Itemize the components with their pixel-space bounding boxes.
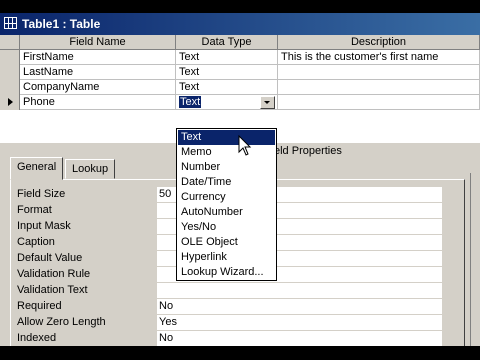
- description-cell[interactable]: [278, 65, 480, 80]
- data-type-cell[interactable]: Text: [176, 65, 278, 80]
- property-label: Format: [17, 204, 52, 216]
- data-type-dropdown-list[interactable]: Text Memo Number Date/Time Currency Auto…: [176, 128, 277, 281]
- data-type-cell[interactable]: Text: [176, 50, 278, 65]
- description-cell[interactable]: [278, 95, 480, 110]
- field-name-cell[interactable]: LastName: [20, 65, 176, 80]
- current-row-arrow-icon: [8, 98, 13, 106]
- field-name-header: Field Name: [20, 35, 176, 50]
- dropdown-option-currency[interactable]: Currency: [178, 190, 275, 205]
- dropdown-arrow-button[interactable]: [260, 96, 275, 109]
- description-cell[interactable]: [278, 80, 480, 95]
- property-label: Caption: [17, 236, 55, 248]
- property-label: Validation Rule: [17, 268, 91, 280]
- data-type-combo-value: Text: [179, 96, 202, 108]
- tab-general[interactable]: General: [10, 157, 64, 180]
- data-type-header: Data Type: [176, 35, 278, 50]
- dropdown-option-text[interactable]: Text: [178, 130, 275, 145]
- dropdown-option-autonumber[interactable]: AutoNumber: [178, 205, 275, 220]
- property-value[interactable]: No: [157, 331, 442, 346]
- dropdown-option-hyperlink[interactable]: Hyperlink: [178, 250, 275, 265]
- property-value[interactable]: [157, 283, 442, 298]
- field-grid: Field Name Data Type Description FirstNa…: [0, 35, 480, 143]
- dropdown-option-lookup-wizard[interactable]: Lookup Wizard...: [178, 265, 275, 280]
- field-name-cell[interactable]: CompanyName: [20, 80, 176, 95]
- property-value[interactable]: Yes: [157, 315, 442, 330]
- property-value[interactable]: No: [157, 299, 442, 314]
- property-label: Input Mask: [17, 220, 71, 232]
- table-row-current[interactable]: Phone Text: [0, 95, 480, 110]
- table-icon: [4, 17, 17, 29]
- property-label: Validation Text: [17, 284, 88, 296]
- help-pane: [470, 173, 480, 346]
- dropdown-option-number[interactable]: Number: [178, 160, 275, 175]
- data-type-cell[interactable]: Text: [176, 80, 278, 95]
- window-title: Table1 : Table: [22, 17, 101, 31]
- property-label: Allow Zero Length: [17, 316, 106, 328]
- property-label: Default Value: [17, 252, 83, 264]
- row-selector[interactable]: [0, 95, 20, 110]
- dropdown-option-memo[interactable]: Memo: [178, 145, 275, 160]
- property-label: Required: [17, 300, 62, 312]
- row-selector[interactable]: [0, 65, 20, 80]
- property-label: Field Size: [17, 188, 66, 200]
- row-selector[interactable]: [0, 50, 20, 65]
- dropdown-option-datetime[interactable]: Date/Time: [178, 175, 275, 190]
- field-name-cell[interactable]: FirstName: [20, 50, 176, 65]
- field-properties-label: eld Properties: [274, 145, 342, 157]
- mouse-pointer-icon: [238, 135, 252, 156]
- field-name-cell[interactable]: Phone: [20, 95, 176, 110]
- dropdown-option-ole-object[interactable]: OLE Object: [178, 235, 275, 250]
- dropdown-option-yesno[interactable]: Yes/No: [178, 220, 275, 235]
- description-header: Description: [278, 35, 480, 50]
- table-design-window: Table1 : Table Field Name Data Type Desc…: [0, 13, 480, 346]
- property-label: Indexed: [17, 332, 57, 344]
- table-row[interactable]: LastName Text: [0, 65, 480, 80]
- row-selector[interactable]: [0, 80, 20, 95]
- description-cell[interactable]: This is the customer's first name: [278, 50, 480, 65]
- row-selector-header: [0, 35, 20, 50]
- table-row[interactable]: CompanyName Text: [0, 80, 480, 95]
- title-bar[interactable]: Table1 : Table: [0, 13, 480, 35]
- tab-lookup[interactable]: Lookup: [65, 159, 116, 179]
- table-row[interactable]: FirstName Text This is the customer's fi…: [0, 50, 480, 65]
